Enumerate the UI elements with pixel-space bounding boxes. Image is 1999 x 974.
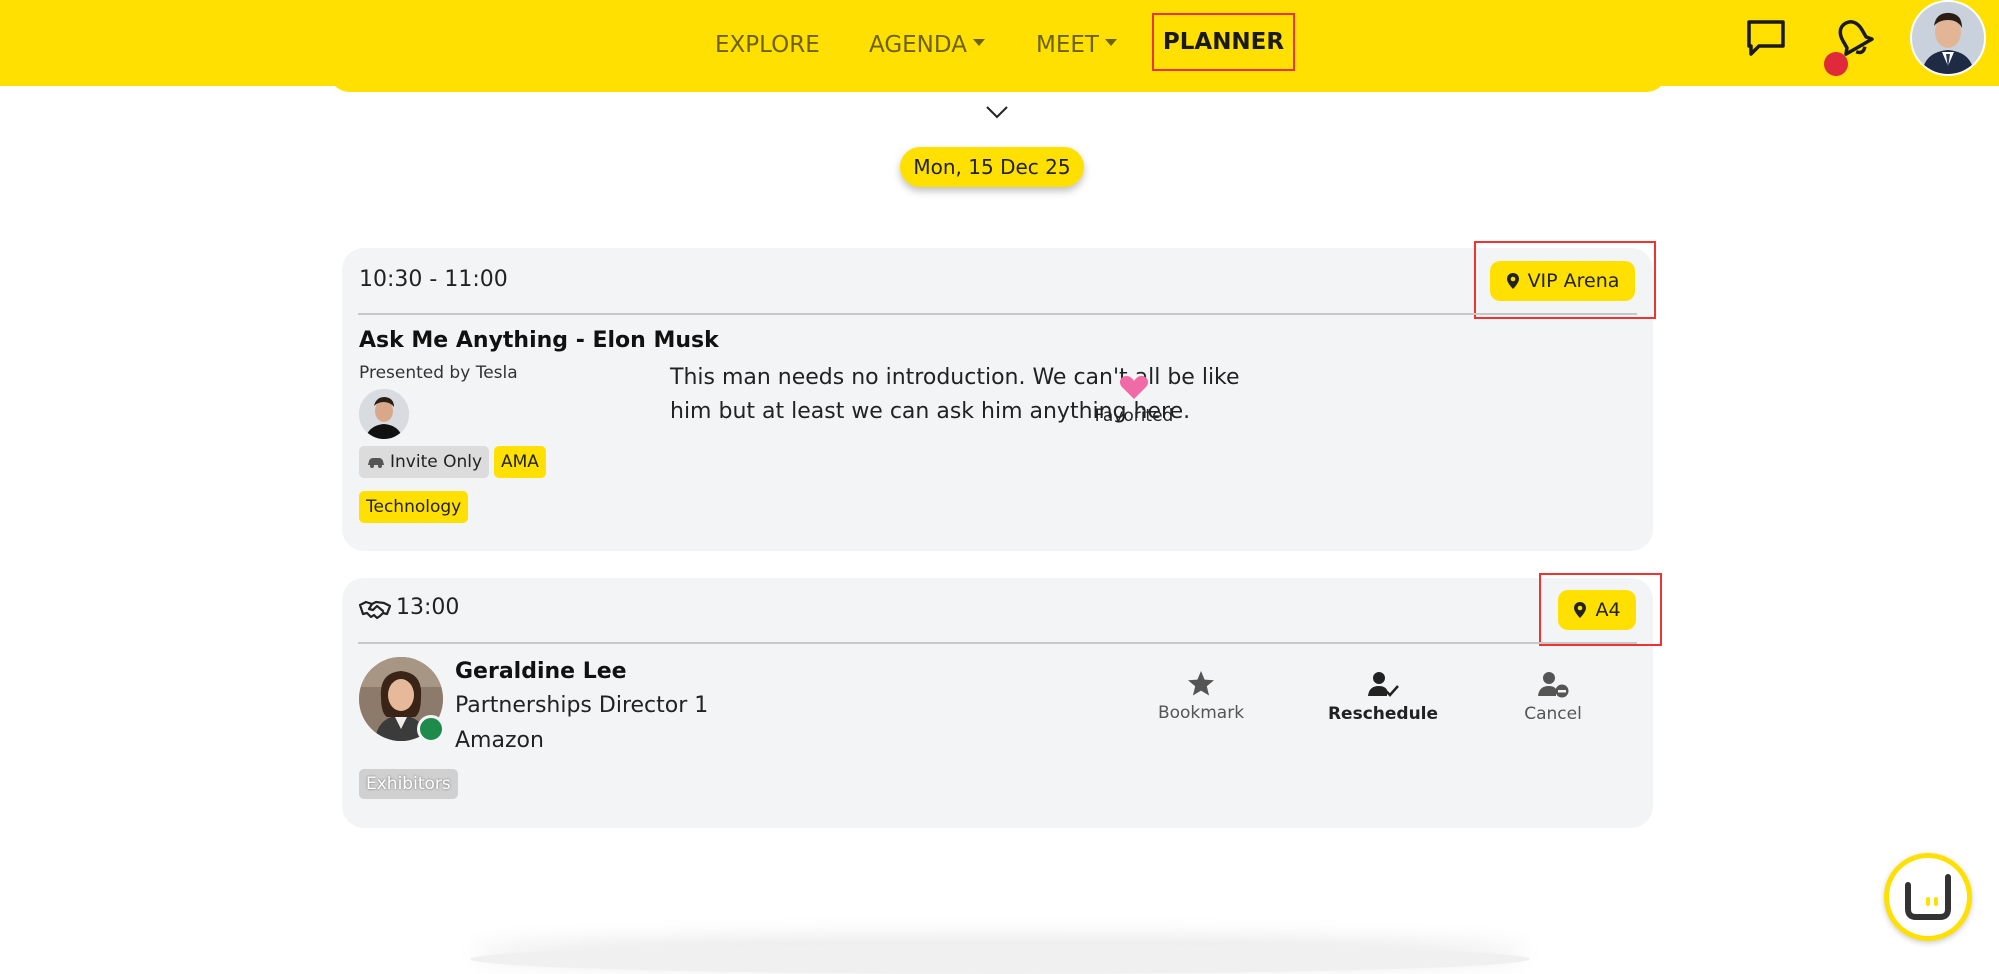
favorite-label: Favorited	[1094, 406, 1174, 426]
nav-planner[interactable]: PLANNER	[1152, 13, 1295, 71]
session-presenter: Presented by Tesla	[359, 363, 518, 383]
meeting-location-label: A4	[1595, 599, 1621, 621]
person-title: Partnerships Director 1	[455, 693, 709, 718]
heart-icon	[1119, 376, 1149, 399]
car-icon	[368, 458, 384, 468]
nav-meet[interactable]: MEET	[1036, 32, 1117, 58]
favorite-button[interactable]: Favorited	[1034, 374, 1234, 426]
person-name[interactable]: Geraldine Lee	[455, 659, 627, 684]
meeting-time: 13:00	[396, 595, 460, 620]
tag-technology: Technology	[359, 491, 469, 523]
chevron-down-icon[interactable]	[985, 104, 1009, 123]
date-pill: Mon, 15 Dec 25	[900, 147, 1084, 187]
session-card: 10:30 - 11:00 VIP Arena Ask Me Anything …	[342, 241, 1656, 551]
exhibitors-badge: Exhibitors	[359, 769, 458, 799]
bottom-panel-shadow	[470, 944, 1530, 974]
handshake-icon	[358, 599, 392, 625]
online-status-indicator	[417, 715, 445, 743]
session-location-label: VIP Arena	[1527, 270, 1620, 292]
person-company: Amazon	[455, 728, 544, 753]
session-location-pill[interactable]: VIP Arena	[1490, 261, 1635, 301]
map-pin-icon	[1506, 273, 1519, 289]
nav-agenda-label: AGENDA	[869, 32, 967, 58]
user-minus-icon	[1538, 672, 1569, 698]
nav-explore[interactable]: EXPLORE	[715, 32, 820, 58]
chat-bubble-icon[interactable]	[1745, 18, 1787, 62]
caret-down-icon	[1104, 39, 1117, 46]
reschedule-button[interactable]: Reschedule	[1313, 670, 1453, 724]
assistant-button[interactable]	[1884, 853, 1972, 941]
user-check-icon	[1368, 672, 1399, 697]
caret-down-icon	[972, 39, 985, 46]
session-title[interactable]: Ask Me Anything - Elon Musk	[359, 328, 719, 353]
cancel-label: Cancel	[1524, 704, 1582, 724]
bookmark-button[interactable]: Bookmark	[1141, 670, 1261, 723]
bookmark-label: Bookmark	[1157, 703, 1245, 723]
meeting-card: 13:00 A4 Geraldine Lee Partnerships Dire…	[342, 573, 1662, 828]
assistant-face-icon	[1905, 874, 1951, 920]
reschedule-label: Reschedule	[1327, 704, 1439, 724]
top-bar-tab	[328, 70, 1668, 92]
nav-agenda[interactable]: AGENDA	[869, 32, 985, 58]
tag-invite-only: Invite Only	[359, 446, 490, 478]
tag-ama: AMA	[494, 446, 546, 478]
card-divider	[358, 313, 1637, 315]
star-icon	[1188, 671, 1214, 696]
session-time: 10:30 - 11:00	[359, 267, 508, 292]
card-divider	[358, 642, 1637, 644]
presenter-avatar[interactable]	[359, 389, 409, 439]
notification-dot	[1824, 52, 1848, 76]
user-avatar[interactable]	[1910, 0, 1986, 76]
nav-meet-label: MEET	[1036, 32, 1099, 58]
map-pin-icon	[1574, 602, 1587, 618]
tag-label: Invite Only	[390, 452, 483, 472]
cancel-button[interactable]: Cancel	[1503, 670, 1603, 724]
meeting-location-pill[interactable]: A4	[1558, 590, 1636, 630]
